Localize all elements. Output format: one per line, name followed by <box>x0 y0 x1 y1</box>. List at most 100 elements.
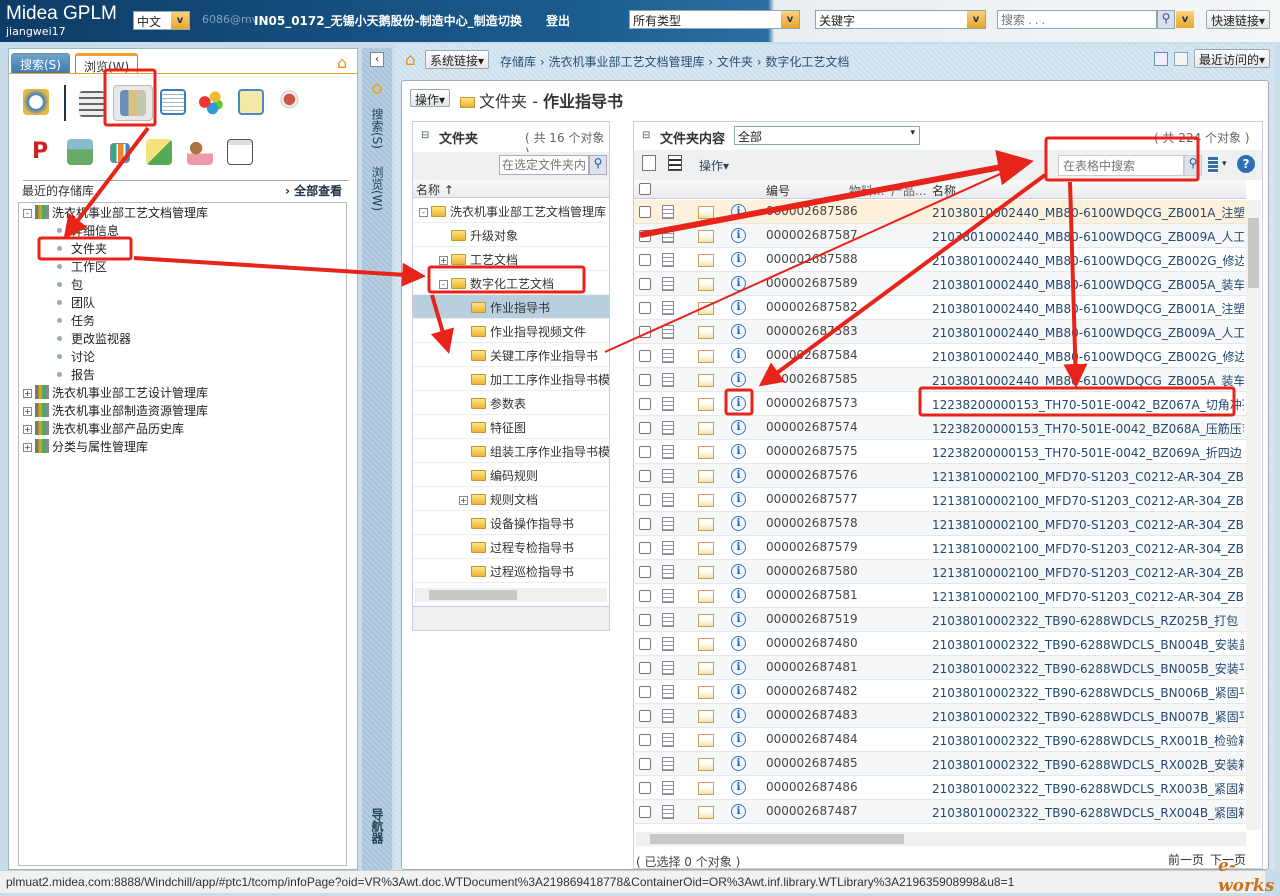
document-icon[interactable] <box>662 349 674 363</box>
cell-name[interactable]: 12138100002100_MFD70-S1203_C0212-AR-304_… <box>932 516 1244 533</box>
preview-icon[interactable] <box>698 326 714 339</box>
cell-number[interactable]: 000002687582 <box>766 300 858 314</box>
preview-icon[interactable] <box>698 494 714 507</box>
reports-icon[interactable] <box>110 143 130 163</box>
document-icon[interactable] <box>662 757 674 771</box>
column-material[interactable]: 物料... <box>849 182 884 199</box>
cell-number[interactable]: 000002687482 <box>766 684 858 698</box>
cell-name[interactable]: 21038010002322_TB90-6288WDCLS_RX001B_检验箱… <box>932 732 1244 749</box>
info-icon[interactable]: i <box>731 660 746 675</box>
help-icon[interactable]: ? <box>1237 155 1255 173</box>
document-icon[interactable] <box>662 685 674 699</box>
document-icon[interactable] <box>662 205 674 219</box>
row-checkbox[interactable] <box>639 566 651 578</box>
preview-icon[interactable] <box>698 566 714 579</box>
cell-number[interactable]: 000002687586 <box>766 204 858 218</box>
info-icon[interactable]: i <box>731 276 746 291</box>
table-row[interactable]: i 000002687588 21038010002440_MB80-6100WDQ… <box>634 248 1246 272</box>
system-links-button[interactable]: 系统链接▾ <box>425 50 490 69</box>
home-icon[interactable]: ⌂ <box>405 50 416 70</box>
new-document-icon[interactable] <box>642 155 656 171</box>
document-icon[interactable] <box>662 565 674 579</box>
folder-tree-item[interactable]: 过程巡检指导书 <box>413 559 609 583</box>
cell-name[interactable]: 12238200000153_TH70-501E-0042_BZ069A_折四边 <box>932 444 1244 461</box>
home-icon[interactable]: ⌂ <box>337 53 347 72</box>
cell-name[interactable]: 21038010002322_TB90-6288WDCLS_RX004B_紧固箱… <box>932 804 1244 821</box>
folder-tree-item[interactable]: 特征图 <box>413 415 609 439</box>
document-icon[interactable] <box>662 805 674 819</box>
folder-tree-item[interactable]: 关键工序作业指导书 <box>413 343 609 367</box>
row-checkbox[interactable] <box>639 326 651 338</box>
info-icon[interactable]: i <box>731 348 746 363</box>
tools-icon[interactable] <box>146 139 172 165</box>
cell-number[interactable]: 000002687519 <box>766 612 858 626</box>
cell-number[interactable]: 000002687483 <box>766 708 858 722</box>
info-icon[interactable]: i <box>731 252 746 267</box>
table-row[interactable]: i 000002687585 21038010002440_MB80-6100WDQ… <box>634 368 1246 392</box>
folder-tree-item[interactable]: - 洗衣机事业部工艺文档管理库 <box>413 199 609 223</box>
new-multiple-documents-icon[interactable] <box>668 155 682 171</box>
preview-icon[interactable] <box>698 734 714 747</box>
collapse-panel-icon[interactable]: ⊟ <box>421 130 429 141</box>
document-icon[interactable] <box>662 661 674 675</box>
cell-number[interactable]: 000002687579 <box>766 540 858 554</box>
preview-icon[interactable] <box>698 518 714 531</box>
table-search-input[interactable] <box>1058 155 1184 176</box>
document-icon[interactable] <box>662 253 674 267</box>
info-icon[interactable]: i <box>731 300 746 315</box>
cell-name[interactable]: 12138100002100_MFD70-S1203_C0212-AR-304_… <box>932 492 1244 509</box>
document-icon[interactable] <box>662 637 674 651</box>
cell-name[interactable]: 12138100002100_MFD70-S1203_C0212-AR-304_… <box>932 468 1244 485</box>
contents-filter-select[interactable]: 全部 ▾ <box>734 126 920 145</box>
folder-tree-item[interactable]: + 规则文档 <box>413 487 609 511</box>
cell-number[interactable]: 000002687584 <box>766 348 858 362</box>
preview-icon[interactable] <box>698 590 714 603</box>
expand-icon[interactable]: + <box>23 407 32 416</box>
recent-visited-button[interactable]: 最近访问的▾ <box>1194 49 1271 68</box>
expand-icon[interactable]: + <box>459 496 468 505</box>
table-row[interactable]: i 000002687574 12238200000153_TH70-501E-00… <box>634 416 1246 440</box>
info-icon[interactable]: i <box>731 732 746 747</box>
breadcrumb-folders[interactable]: 文件夹 <box>717 55 753 69</box>
row-checkbox[interactable] <box>639 782 651 794</box>
strip-tab-browse[interactable]: 浏览(W) <box>369 166 386 211</box>
view-all-link[interactable]: › 全部查看 <box>285 182 342 199</box>
tree-node-classification-lib[interactable]: + 分类与属性管理库 <box>23 438 148 456</box>
layout-icon[interactable] <box>1154 52 1168 66</box>
table-row[interactable]: i 000002687519 21038010002322_TB90-6288WDC… <box>634 608 1246 632</box>
table-row[interactable]: i 000002687578 12138100002100_MFD70-S1203_… <box>634 512 1246 536</box>
switch-link[interactable]: 切换 <box>498 12 522 29</box>
column-view-icon[interactable] <box>1208 157 1218 173</box>
tree-item-discussions[interactable]: 讨论 <box>57 348 95 366</box>
table-row[interactable]: i 000002687587 21038010002440_MB80-6100WDQ… <box>634 224 1246 248</box>
tree-node-process-doc-lib[interactable]: - 洗衣机事业部工艺文档管理库 <box>23 204 208 222</box>
breadcrumb-repositories[interactable]: 存储库 <box>500 55 536 69</box>
cell-name[interactable]: 21038010002440_MB80-6100WDQCG_ZB009A_人工取… <box>932 324 1244 341</box>
quick-links-button[interactable]: 快速链接▾ <box>1206 10 1271 29</box>
cell-name[interactable]: 12138100002100_MFD70-S1203_C0212-AR-304_… <box>932 564 1244 581</box>
table-row[interactable]: i 000002687576 12138100002100_MFD70-S1203_… <box>634 464 1246 488</box>
document-icon[interactable] <box>662 397 674 411</box>
folder-tree-item[interactable]: - 数字化工艺文档 <box>413 271 609 295</box>
cell-number[interactable]: 000002687578 <box>766 516 858 530</box>
tree-item-folders[interactable]: 文件夹 <box>57 240 107 258</box>
cell-name[interactable]: 21038010002440_MB80-6100WDQCG_ZB001A_注塑 <box>932 204 1244 221</box>
preview-icon[interactable] <box>698 686 714 699</box>
expand-icon[interactable]: + <box>23 425 32 434</box>
recent-icon[interactable] <box>23 89 49 115</box>
strip-navigator[interactable]: 导航器 <box>369 808 386 844</box>
admin-icon[interactable] <box>227 139 253 165</box>
cell-name[interactable]: 21038010002322_TB90-6288WDCLS_RX003B_紧固箱… <box>932 780 1244 797</box>
collapse-left-icon[interactable]: ‹ <box>370 52 384 67</box>
tab-search[interactable]: 搜索(S) <box>11 53 70 74</box>
cell-number[interactable]: 000002687587 <box>766 228 858 242</box>
language-select[interactable]: 中文 v <box>133 11 190 30</box>
document-icon[interactable] <box>662 541 674 555</box>
collapse-icon[interactable]: - <box>439 280 448 289</box>
row-checkbox[interactable] <box>639 422 651 434</box>
pdm-icon[interactable]: P <box>27 139 53 165</box>
logout-link[interactable]: 登出 <box>546 12 570 29</box>
tree-item-reports[interactable]: 报告 <box>57 366 95 384</box>
table-row[interactable]: i 000002687482 21038010002322_TB90-6288WDC… <box>634 680 1246 704</box>
collapse-panel-icon[interactable]: ⊟ <box>642 130 650 141</box>
